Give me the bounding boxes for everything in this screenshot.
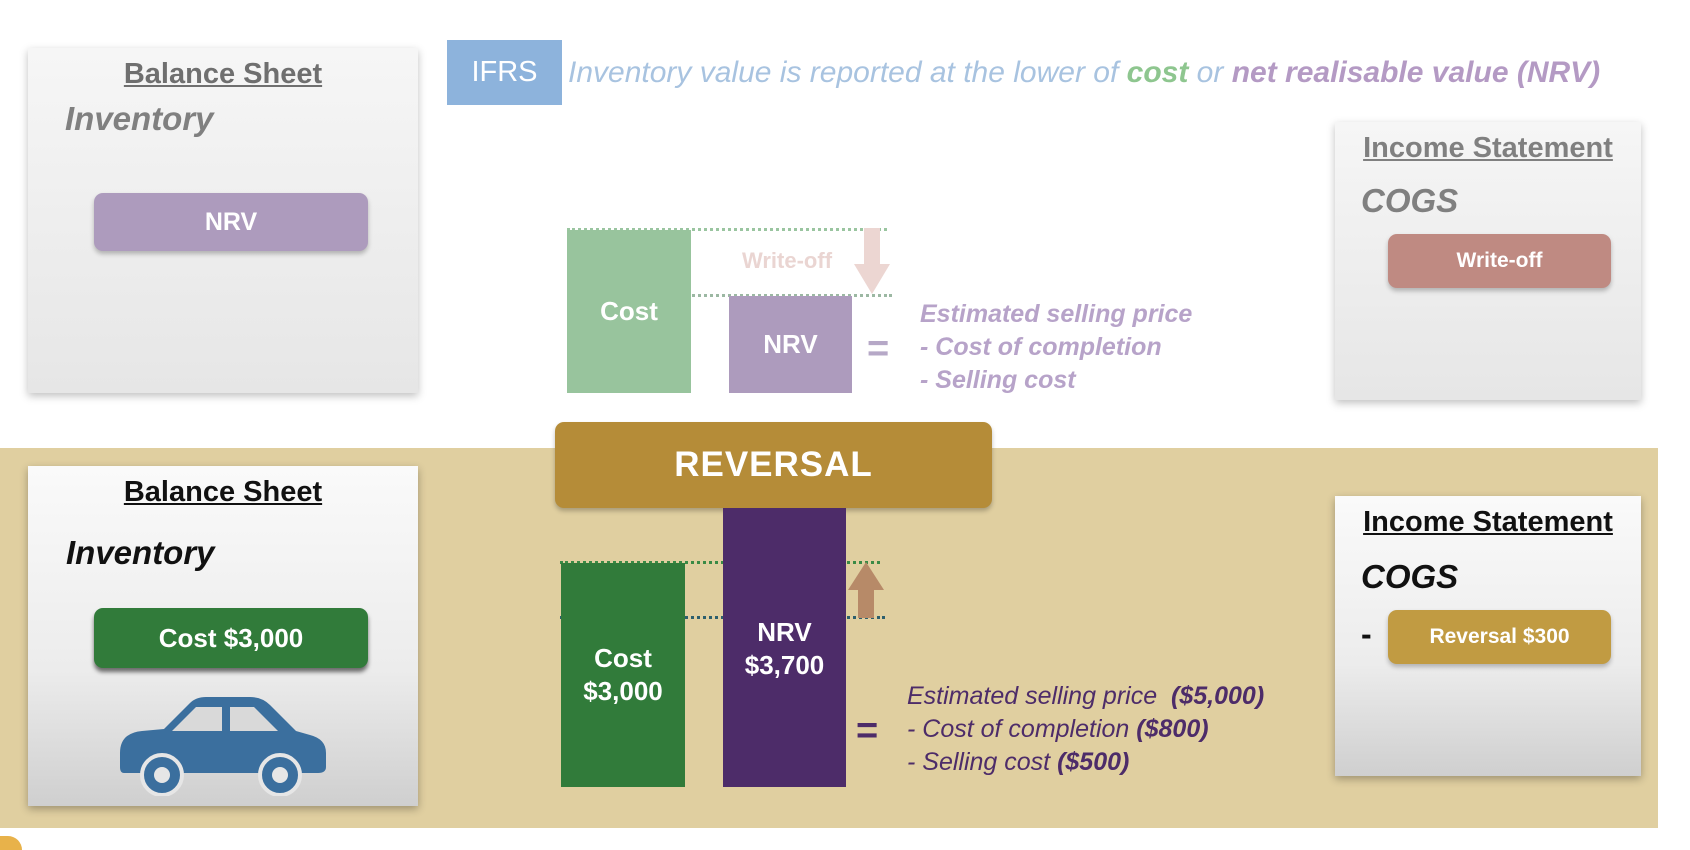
nrv-bar-bottom: NRV $3,700: [723, 508, 846, 787]
formula-row-2-value: ($800): [1136, 715, 1209, 743]
formula-row-3: - Selling cost ($500): [907, 746, 1264, 779]
corner-accent: [0, 836, 22, 850]
formula-row-1-value: ($5,000): [1171, 682, 1265, 710]
nrv-pill: NRV: [94, 193, 368, 251]
formula-row-2-text: - Cost of completion: [907, 715, 1130, 743]
cost-pill: Cost $3,000: [94, 608, 368, 668]
reversal-pill: Reversal $300: [1388, 610, 1611, 664]
cost-bar-value: $3,000: [583, 676, 663, 706]
write-off-pill: Write-off: [1388, 234, 1611, 288]
balance-sheet-title: Balance Sheet: [123, 58, 323, 90]
nrv-bar: NRV: [729, 296, 852, 393]
income-statement-panel: Income Statement COGS Write-off: [1335, 122, 1641, 400]
rule-nrv: net realisable value (NRV): [1231, 56, 1601, 89]
ifrs-badge: IFRS: [447, 40, 562, 105]
nrv-formula-bottom: Estimated selling price ($5,000) - Cost …: [907, 680, 1264, 779]
income-statement-panel-bottom: Income Statement COGS - Reversal $300: [1335, 496, 1641, 776]
cogs-label-bottom: COGS: [1361, 558, 1459, 595]
inventory-label: Inventory: [65, 100, 214, 137]
equals-sign-bottom: =: [856, 710, 879, 752]
balance-sheet-panel-bottom: Balance Sheet Inventory Cost $3,000: [28, 466, 418, 806]
ifrs-rule-text: Inventory value is reported at the lower…: [568, 56, 1600, 90]
balance-sheet-title-bottom: Balance Sheet: [123, 476, 323, 508]
income-statement-title-bottom: Income Statement: [1363, 506, 1613, 538]
equals-sign: =: [867, 328, 890, 370]
formula-row-2: - Cost of completion ($800): [907, 713, 1264, 746]
reversal-banner: REVERSAL: [555, 422, 992, 508]
rule-middle: or: [1188, 56, 1232, 89]
cost-bar-bottom: Cost $3,000: [561, 563, 685, 787]
cogs-label: COGS: [1361, 182, 1459, 219]
inventory-label-bottom: Inventory: [66, 534, 215, 571]
car-icon: [120, 697, 326, 796]
income-statement-title: Income Statement: [1363, 132, 1613, 164]
rule-prefix: Inventory value is reported at the lower…: [568, 56, 1127, 89]
cost-bar: Cost: [567, 230, 691, 393]
nrv-bar-label: NRV: [757, 617, 812, 647]
minus-sign: -: [1361, 616, 1372, 652]
formula-line-2: - Cost of completion: [920, 333, 1162, 361]
formula-line-3: - Selling cost: [920, 366, 1076, 394]
cost-bar-label: Cost: [594, 643, 652, 673]
rule-cost: cost: [1126, 56, 1189, 89]
arrow-up-icon: [848, 562, 884, 618]
formula-row-3-text: - Selling cost: [907, 748, 1051, 776]
balance-sheet-panel: Balance Sheet Inventory NRV: [28, 48, 418, 393]
nrv-bar-value: $3,700: [744, 650, 825, 680]
arrow-down-icon: [854, 228, 890, 294]
nrv-formula: Estimated selling price - Cost of comple…: [920, 298, 1192, 397]
formula-line-1: Estimated selling price: [920, 300, 1193, 328]
formula-row-3-value: ($500): [1057, 748, 1130, 776]
formula-row-1: Estimated selling price ($5,000): [907, 680, 1264, 713]
formula-row-1-text: Estimated selling price: [907, 682, 1158, 710]
write-off-label: Write-off: [742, 248, 833, 273]
